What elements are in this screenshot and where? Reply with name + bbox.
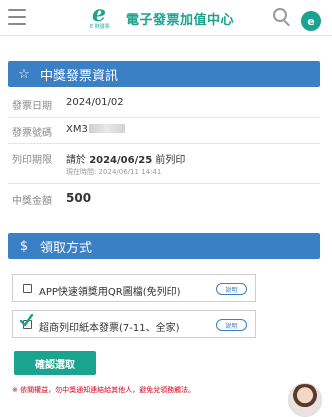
divider <box>8 183 320 184</box>
option-app-qr[interactable]: APP快速領獎用QR圖檔(免列印) 說明 <box>12 274 256 302</box>
dollar-icon: $ <box>19 238 29 254</box>
option-convenience-store[interactable]: 超商列印紙本發票(7-11、全家) 說明 <box>12 310 256 338</box>
logo-mark: e E 財發票 <box>90 1 120 31</box>
current-time: 現在時間: 2024/06/11 14:41 <box>66 168 162 176</box>
print-deadline-label: 列印期限 <box>12 155 52 166</box>
checkbox[interactable] <box>23 284 32 293</box>
claim-method-header: $ 領取方式 <box>8 233 320 259</box>
invoice-info-title: 中獎發票資訊 <box>40 68 119 84</box>
search-icon[interactable] <box>273 8 291 27</box>
menu-icon[interactable] <box>8 9 26 25</box>
logo[interactable]: e E 財發票 電子發票加值中心 <box>90 1 235 31</box>
invoice-number-value: XM3 <box>66 124 88 135</box>
invoice-date-label: 發票日期 <box>12 101 52 112</box>
option-label: 超商列印紙本發票(7-11、全家) <box>39 323 180 334</box>
masked-number <box>88 124 125 133</box>
help-button[interactable]: 說明 <box>216 283 247 295</box>
top-bar: e E 財發票 電子發票加值中心 e <box>0 0 332 36</box>
invoice-info-header: ☆ 中獎發票資訊 <box>8 61 320 87</box>
warning-note: ※ 依關權益，勿中獎通知連結給其他人，避免兌領務觸法。 <box>12 386 196 394</box>
claim-method-title: 領取方式 <box>40 240 93 256</box>
star-outline-icon: ☆ <box>18 66 30 82</box>
invoice-number-label: 發票號碼 <box>12 128 52 139</box>
print-deadline-value: 請於 2024/06/25 前列印 <box>66 151 185 166</box>
deadline-suffix: 前列印 <box>155 155 186 166</box>
divider <box>8 143 320 144</box>
confirm-button[interactable]: 確認選取 <box>14 351 96 375</box>
divider <box>8 117 320 118</box>
help-button[interactable]: 說明 <box>216 319 247 331</box>
deadline-prefix: 請於 <box>66 155 86 166</box>
avatar[interactable]: e <box>301 11 321 31</box>
deadline-date: 2024/06/25 <box>89 155 153 166</box>
check-icon <box>19 314 33 327</box>
invoice-number-value-wrap: XM3 <box>66 124 125 135</box>
assistant-avatar[interactable] <box>288 383 322 417</box>
prize-amount-value: 500 <box>66 191 92 205</box>
option-label: APP快速領獎用QR圖檔(免列印) <box>39 287 181 298</box>
site-title: 電子發票加值中心 <box>126 12 235 28</box>
invoice-date-value: 2024/01/02 <box>66 97 124 108</box>
logo-subtext: E 財發票 <box>90 24 110 30</box>
prize-amount-label: 中獎金額 <box>12 196 52 207</box>
